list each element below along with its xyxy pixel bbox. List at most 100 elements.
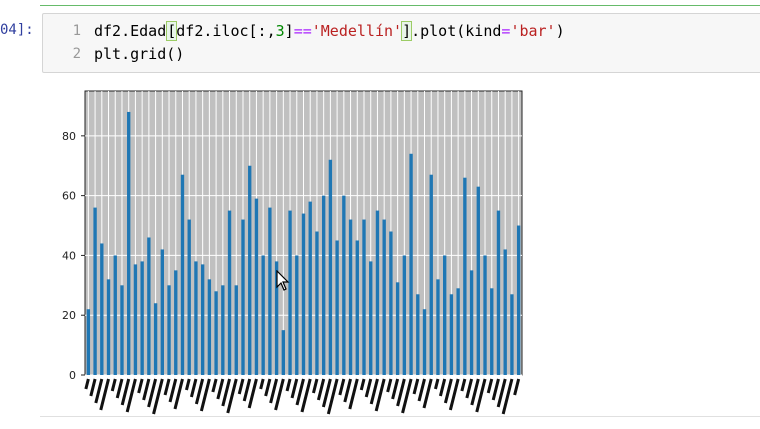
code-token: 'bar': [510, 22, 556, 40]
y-tick-label: 40: [62, 249, 76, 262]
bar: [301, 213, 306, 375]
bar: [140, 261, 144, 375]
execution-count-prompt: 04]:: [0, 22, 34, 38]
bar: [443, 255, 447, 375]
cell-bottom-border: [40, 416, 760, 417]
bar: [174, 270, 178, 375]
bar: [86, 309, 91, 375]
x-tick-label-mark: [422, 378, 433, 409]
x-tick-label-mark: [311, 378, 319, 394]
y-tick-label: 0: [69, 369, 76, 382]
bar: [463, 177, 467, 375]
x-tick-label-mark: [434, 378, 440, 390]
bar: [355, 240, 359, 375]
x-tick-label-mark: [147, 378, 158, 408]
code-line-2[interactable]: plt.grid(): [94, 45, 184, 63]
bar: [328, 159, 333, 375]
x-tick-label-mark: [396, 378, 406, 407]
bar: [93, 207, 97, 375]
x-tick-label-mark: [369, 378, 379, 405]
bar: [422, 309, 427, 375]
bar: [120, 285, 124, 375]
bar: [227, 210, 232, 375]
x-tick-label-mark: [496, 378, 507, 408]
bar: [127, 111, 131, 375]
x-tick-label-mark: [386, 378, 393, 393]
code-token: [: [166, 21, 178, 41]
x-tick-label-mark: [194, 378, 205, 405]
bar: [268, 207, 272, 375]
bar: [503, 249, 507, 375]
x-tick-label-mark: [391, 378, 400, 400]
bar: [395, 282, 400, 375]
bar: [106, 279, 111, 375]
code-token: df2.Edad: [94, 22, 167, 40]
bar: [200, 264, 205, 375]
x-tick-label-mark: [137, 378, 144, 394]
code-token: plt.grid(): [94, 45, 185, 63]
bar: [281, 330, 286, 375]
x-tick-label-mark: [359, 378, 366, 391]
x-tick-label-mark: [120, 378, 131, 406]
bar: [180, 174, 185, 375]
bar: [100, 243, 104, 375]
bar: [248, 165, 252, 375]
x-tick-label-mark: [168, 378, 178, 403]
bar: [308, 201, 312, 375]
bar: [510, 294, 514, 375]
x-tick-label-mark: [417, 378, 426, 402]
bar: [476, 186, 480, 375]
bar: [389, 231, 393, 375]
x-tick-label-mark: [486, 378, 494, 394]
x-tick-label-mark: [321, 378, 332, 408]
x-tick-label-mark: [412, 378, 420, 395]
bar: [382, 219, 386, 375]
code-token: 3: [275, 22, 285, 40]
x-tick-label-mark: [338, 378, 346, 396]
bar: [456, 288, 460, 375]
x-tick-label-mark: [216, 378, 225, 400]
bar: [167, 285, 171, 375]
x-tick-label-mark: [110, 378, 117, 392]
x-tick-label-mark: [343, 378, 353, 403]
x-tick-label-mark: [269, 378, 279, 404]
y-tick-label: 80: [62, 130, 76, 143]
bar: [369, 261, 373, 375]
code-token: ): [555, 22, 565, 40]
bar: [362, 219, 366, 375]
x-tick-label-mark: [115, 378, 124, 399]
bar: [207, 279, 212, 375]
bar: [516, 225, 521, 375]
bar: [160, 249, 164, 375]
bar: [295, 255, 299, 375]
code-cell-editor[interactable]: 1 2 df2.Edad[df2.iloc[:,3]=='Medellín'].…: [42, 13, 760, 73]
x-tick-label-mark: [237, 378, 245, 395]
x-tick-label-mark: [185, 378, 191, 391]
bar: [194, 261, 198, 375]
bar: [409, 153, 413, 375]
bar-chart: 0 20 40 60 80: [62, 90, 523, 415]
bar: [375, 210, 380, 375]
x-tick-label-mark: [285, 378, 292, 392]
bar: [321, 195, 326, 375]
x-tick-label-mark: [242, 378, 252, 402]
x-tick-label-mark: [364, 378, 373, 398]
x-tick-label-mark: [142, 378, 151, 401]
bar: [153, 303, 158, 375]
bar: [416, 294, 420, 375]
bar: [133, 264, 138, 375]
bar: [241, 219, 245, 375]
x-tick-label-mark: [89, 378, 97, 397]
x-tick-label-mark: [295, 378, 305, 406]
x-tick-label-mark: [438, 378, 447, 397]
x-tick-label-mark: [84, 378, 90, 390]
bar: [147, 237, 151, 375]
bar: [429, 174, 433, 375]
x-tick-label-mark: [491, 378, 500, 401]
x-tick-label-mark: [259, 378, 265, 390]
x-tick-label-mark: [465, 378, 474, 399]
bar: [348, 219, 353, 375]
x-tick-label-mark: [221, 378, 232, 407]
code-line-1[interactable]: df2.Edad[df2.iloc[:,3]=='Medellín'].plot…: [94, 21, 565, 41]
code-token: ]: [284, 22, 294, 40]
